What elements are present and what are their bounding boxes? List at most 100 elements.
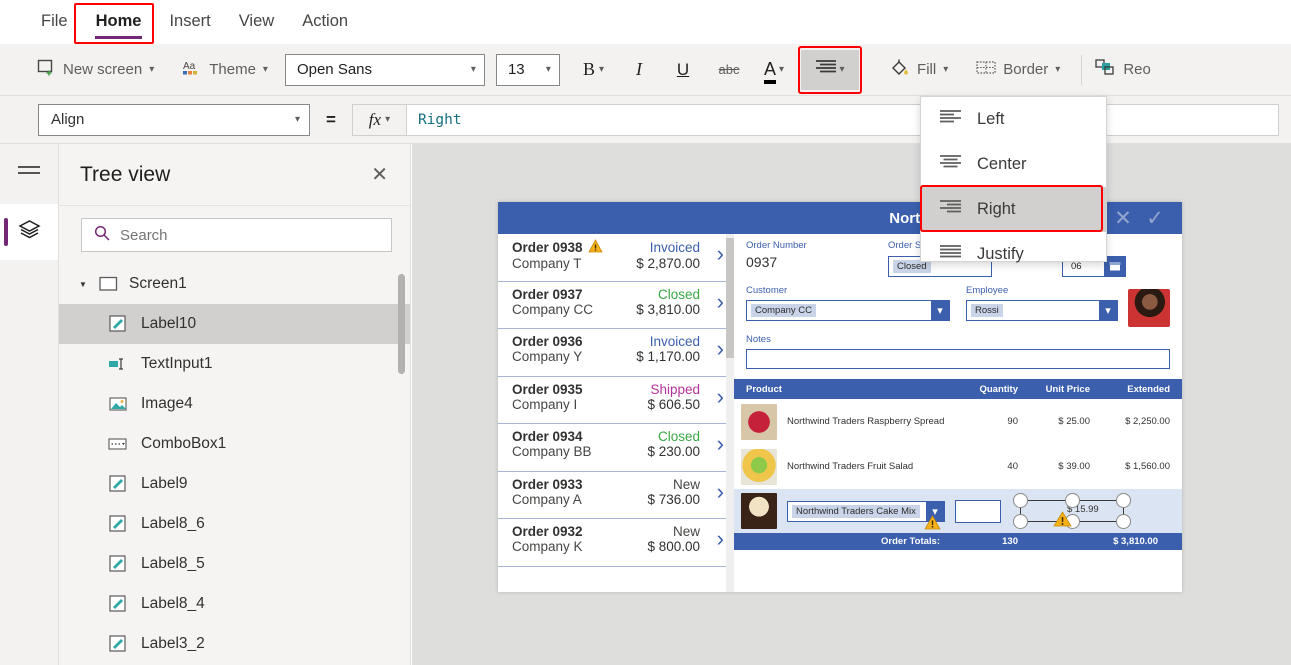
hamburger-menu-button[interactable] — [0, 144, 58, 204]
resize-handle-top-right[interactable] — [1116, 493, 1131, 508]
property-value: Align — [51, 111, 85, 128]
tree-node-label: Screen1 — [129, 275, 187, 292]
tree-node-label9[interactable]: Label9 — [59, 464, 410, 504]
underline-button[interactable]: U — [667, 54, 699, 86]
menu-item-view[interactable]: View — [226, 1, 287, 43]
tree-scrollbar-thumb[interactable] — [398, 274, 405, 374]
tree-node-combobox1[interactable]: ComboBox1 — [59, 424, 410, 464]
font-size-select[interactable]: 13 ▾ — [495, 53, 560, 86]
notes-input[interactable] — [746, 349, 1170, 369]
align-option-right[interactable]: Right — [920, 185, 1106, 232]
align-dropdown-menu: Left Center Right Justify — [920, 96, 1107, 263]
italic-button[interactable]: I — [623, 54, 655, 86]
resize-handle-top-left[interactable] — [1013, 493, 1028, 508]
search-input[interactable] — [120, 226, 373, 244]
gallery-row[interactable]: Order 0937 Closed Company CC $ 3,810.00 … — [498, 282, 734, 329]
property-select[interactable]: Align ▾ — [38, 103, 310, 136]
gallery-order-number: Order 0934 — [512, 429, 583, 444]
close-icon[interactable]: ✕ — [371, 165, 388, 185]
align-option-center[interactable]: Center — [921, 142, 1106, 187]
selected-control[interactable]: $ 15.99 — [1013, 493, 1131, 529]
customer-dropdown[interactable]: Company CC ▾ — [746, 300, 950, 321]
font-color-button[interactable]: A ▾ — [757, 50, 791, 90]
border-label: Border — [1003, 61, 1049, 78]
employee-dropdown[interactable]: Rossi ▾ — [966, 300, 1118, 321]
product-quantity: 40 — [1007, 461, 1018, 472]
align-option-left[interactable]: Left — [921, 97, 1106, 142]
menu-item-action[interactable]: Action — [289, 1, 361, 43]
gallery-scrollbar-thumb[interactable] — [726, 238, 734, 358]
gallery-row[interactable]: Order 0933 New Company A $ 736.00 › — [498, 472, 734, 519]
chevron-right-icon[interactable]: › — [717, 433, 724, 455]
gallery-order-number: Order 0933 — [512, 476, 583, 492]
tree-node-label: TextInput1 — [141, 355, 213, 372]
field-label: Order Number — [746, 240, 807, 251]
gallery-scrollbar[interactable] — [726, 234, 734, 592]
font-family-select[interactable]: Open Sans ▾ — [284, 53, 485, 86]
product-row[interactable]: Northwind Traders Raspberry Spread 90 $ … — [734, 399, 1182, 444]
tree-node-screen1[interactable]: ▼ Screen1 — [59, 264, 410, 304]
chevron-right-icon[interactable]: › — [717, 528, 724, 550]
theme-button[interactable]: Aa Theme ▾ — [175, 50, 275, 90]
fx-icon: fx — [368, 109, 382, 129]
reorder-label: Reo — [1123, 61, 1151, 78]
resize-handle-bottom-left[interactable] — [1013, 514, 1028, 529]
resize-handle-top-center[interactable] — [1065, 493, 1080, 508]
rail-item-tree-view[interactable] — [0, 204, 58, 260]
fx-button[interactable]: fx ▾ — [351, 103, 406, 136]
quantity-input[interactable] — [955, 499, 1001, 523]
totals-quantity: 130 — [1002, 536, 1018, 547]
tree-node-label3-2[interactable]: Label3_2 — [59, 624, 410, 664]
gallery-row[interactable]: Order 0936 Invoiced Company Y $ 1,170.00… — [498, 329, 734, 377]
align-dropdown-button[interactable]: ▾ — [798, 45, 863, 94]
gallery-row[interactable]: Order 0934 Closed Company BB $ 230.00 › — [498, 424, 734, 472]
strikethrough-button[interactable]: abc — [713, 54, 745, 86]
screen-icon — [93, 276, 123, 292]
menu-item-file[interactable]: File — [28, 1, 81, 43]
chevron-right-icon[interactable]: › — [717, 480, 724, 503]
tree-node-label10[interactable]: Label10 — [59, 304, 410, 344]
tree-node-label: Label10 — [141, 315, 197, 332]
cancel-icon[interactable]: ✕ — [1108, 205, 1138, 231]
checkmark-icon[interactable]: ✓ — [1140, 205, 1170, 231]
gallery-status: New — [672, 476, 700, 492]
chevron-right-icon[interactable]: › — [717, 385, 724, 408]
gallery-row[interactable]: Order 0935 Shipped Company I $ 606.50 › — [498, 377, 734, 424]
detail-row-2: Customer Company CC ▾ Employee Rossi ▾ — [734, 277, 1182, 327]
underline-icon: U — [676, 59, 690, 79]
chevron-right-icon[interactable]: › — [717, 290, 724, 313]
tree-node-label8-6[interactable]: Label8_6 — [59, 504, 410, 544]
tree-node-label8-4[interactable]: Label8_4 — [59, 584, 410, 624]
bold-button[interactable]: B ▾ — [576, 50, 611, 90]
gallery-row[interactable]: Order 0938 Invoiced Company T $ 2,870.00… — [498, 234, 734, 282]
fill-button[interactable]: Fill ▾ — [883, 50, 955, 90]
resize-handle-bottom-right[interactable] — [1116, 514, 1131, 529]
chevron-right-icon[interactable]: › — [717, 243, 724, 265]
new-screen-button[interactable]: New screen ▾ — [30, 50, 161, 90]
chevron-down-icon: ▾ — [779, 63, 785, 75]
align-option-justify[interactable]: Justify — [921, 232, 1106, 277]
product-row[interactable]: Northwind Traders Fruit Salad 40 $ 39.00… — [734, 444, 1182, 489]
chevron-right-icon[interactable]: › — [717, 338, 724, 360]
calendar-icon[interactable] — [1104, 256, 1126, 277]
image-icon — [103, 396, 133, 412]
new-screen-label: New screen — [63, 61, 143, 78]
order-totals-row: Order Totals: 130 $ 3,810.00 — [734, 533, 1182, 550]
tree-node-image4[interactable]: Image4 — [59, 384, 410, 424]
search-box[interactable] — [81, 218, 392, 252]
tree-node-textinput1[interactable]: TextInput1 — [59, 344, 410, 384]
hamburger-icon — [18, 165, 40, 184]
product-unit-price: $ 25.00 — [1058, 416, 1090, 427]
menu-item-home[interactable]: Home — [83, 1, 155, 43]
active-indicator — [4, 218, 8, 246]
tree-node-label: Label8_6 — [141, 515, 205, 532]
formula-input[interactable]: Right — [405, 103, 1279, 136]
tree-node-label8-5[interactable]: Label8_5 — [59, 544, 410, 584]
menu-item-insert[interactable]: Insert — [156, 1, 223, 43]
gallery-header-bar — [498, 202, 734, 234]
expand-collapse-icon[interactable]: ▼ — [73, 280, 93, 289]
reorder-button[interactable]: Reo — [1088, 50, 1158, 90]
product-dropdown[interactable]: Northwind Traders Cake Mix ▾ — [787, 500, 945, 522]
gallery-row[interactable]: Order 0932 New Company K $ 800.00 › — [498, 519, 734, 567]
border-button[interactable]: Border ▾ — [969, 50, 1067, 90]
